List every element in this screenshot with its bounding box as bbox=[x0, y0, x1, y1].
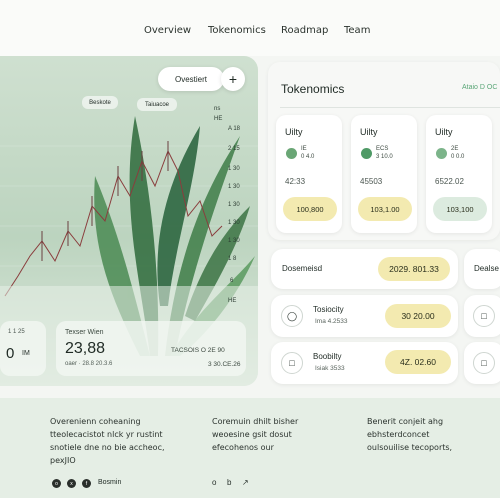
arrow-icon[interactable]: ↗ bbox=[242, 478, 249, 487]
side-label: 2 15 bbox=[228, 146, 240, 152]
hero-tag-mid: Taiuacoe bbox=[137, 98, 177, 111]
footer-col-2: Coremuin dhilt bisher weoesine gsit dosut… bbox=[212, 417, 299, 452]
token-card-small: IE 0 4.0 bbox=[301, 146, 315, 160]
b-icon[interactable]: b bbox=[227, 478, 231, 487]
token-card-name: Uilty bbox=[360, 127, 378, 137]
token-card-button[interactable]: 100,800 bbox=[283, 197, 337, 221]
row-sub: Ima 4.2533 bbox=[315, 318, 348, 325]
side-label: A 18 bbox=[228, 126, 241, 132]
side-label: HE bbox=[228, 298, 237, 304]
footer-col-1: Overenienn coheaning tteolecacistot nlck … bbox=[50, 417, 165, 465]
side-label: 6 bbox=[230, 278, 234, 284]
side-label: HE bbox=[214, 116, 223, 122]
card-icon: □ bbox=[473, 352, 495, 374]
nav-team[interactable]: Team bbox=[344, 25, 370, 36]
stat-left-label: 1 1 25 bbox=[8, 329, 25, 335]
list-row-action[interactable]: □ bbox=[464, 295, 500, 337]
side-label: 1 30 bbox=[228, 238, 240, 244]
footer: Overenienn coheaning tteolecacistot nlck … bbox=[0, 398, 500, 498]
token-card-small: ECS 3 10.0 bbox=[376, 146, 393, 160]
hero-tag-top: Beskote bbox=[82, 96, 118, 109]
hero-image-panel: Beskote Taiuacoe ns HE A 18 2 15 1 30 1 … bbox=[0, 56, 258, 386]
nav-tokenomics[interactable]: Tokenomics bbox=[208, 25, 266, 36]
token-card-value: 6522.02 bbox=[435, 177, 464, 186]
card-icon: □ bbox=[473, 305, 495, 327]
footer-social-label: Bosmin bbox=[98, 479, 122, 486]
top-navigation-bar: Overview Tokenomics Roadmap Team bbox=[0, 0, 500, 56]
stat-left-value: 0 bbox=[6, 345, 15, 362]
hero-stat-left: 1 1 25 0 IM bbox=[0, 321, 46, 376]
stat-left-unit: IM bbox=[22, 350, 30, 357]
list-row-dealse[interactable]: Dealse bbox=[464, 249, 500, 289]
stat-right-bottom: 3 30.CE.26 bbox=[208, 361, 241, 368]
shield-icon: ◯ bbox=[281, 305, 303, 327]
token-coin-icon bbox=[286, 148, 297, 159]
nav-overview[interactable]: Overview bbox=[144, 25, 191, 36]
side-label: 1 30 bbox=[228, 184, 240, 190]
footer-col-3: Benerit conjeit ahg ebhsterdconcet oulsoui… bbox=[367, 417, 453, 452]
side-label: 1 30 bbox=[228, 202, 240, 208]
nav-roadmap[interactable]: Roadmap bbox=[281, 25, 328, 36]
tokenomics-link[interactable]: Ataio D OC bbox=[462, 84, 497, 91]
token-card[interactable]: Uilty ECS 3 10.0 45503 103,1.00 bbox=[351, 115, 417, 233]
side-label: 1 30 bbox=[228, 166, 240, 172]
token-coin-icon bbox=[361, 148, 372, 159]
token-coin-icon bbox=[436, 148, 447, 159]
circle-icon[interactable]: o bbox=[212, 478, 216, 487]
stat-main-label: Texser Wien bbox=[65, 329, 104, 336]
row-title: Tosiocity bbox=[313, 305, 344, 314]
token-card[interactable]: Uilty 2E 0 0.0 6522.02 103,100 bbox=[426, 115, 492, 233]
stat-right-top: TACSOIS O 2E 90 bbox=[171, 347, 225, 354]
hero-add-button[interactable]: + bbox=[221, 67, 245, 91]
social-icon[interactable]: x bbox=[67, 479, 76, 488]
social-icon[interactable]: f bbox=[82, 479, 91, 488]
token-card-value: 45503 bbox=[360, 177, 383, 186]
token-card-button[interactable]: 103,100 bbox=[433, 197, 487, 221]
hero-invest-pill-button[interactable]: Ovestiert bbox=[158, 67, 224, 91]
row-value-badge: 4Z. 02.60 bbox=[385, 350, 451, 374]
side-label: 1 30 bbox=[228, 220, 240, 226]
stat-main-value: 23,88 bbox=[65, 340, 106, 357]
stat-main-sub: oaer · 28.8 20.3.6 bbox=[65, 361, 113, 367]
row-value-badge: 2029. 801.33 bbox=[378, 257, 450, 281]
tokenomics-title: Tokenomics bbox=[281, 82, 345, 96]
row-right-label: Dealse bbox=[474, 264, 499, 273]
bag-icon: □ bbox=[281, 352, 303, 374]
token-card-name: Uilty bbox=[285, 127, 303, 137]
hero-stat-main: Texser Wien 23,88 oaer · 28.8 20.3.6 TAC… bbox=[56, 321, 246, 376]
token-card-value: 42:33 bbox=[285, 177, 306, 186]
row-sub: Isiak 3533 bbox=[315, 365, 345, 372]
token-card-small: 2E 0 0.0 bbox=[451, 146, 465, 160]
page: Overview Tokenomics Roadmap Team Beskote… bbox=[0, 0, 500, 498]
social-icon[interactable]: o bbox=[52, 479, 61, 488]
token-card[interactable]: Uilty IE 0 4.0 42:33 100,800 bbox=[276, 115, 342, 233]
row-label: Dosemeisd bbox=[282, 264, 323, 273]
token-card-button[interactable]: 103,1.00 bbox=[358, 197, 412, 221]
side-label: ns bbox=[214, 106, 221, 112]
tokenomics-divider bbox=[280, 107, 500, 108]
token-card-name: Uilty bbox=[435, 127, 453, 137]
row-title: Boobilty bbox=[313, 352, 342, 361]
side-label: 1 8 bbox=[228, 256, 237, 262]
list-row-action[interactable]: □ bbox=[464, 342, 500, 384]
row-value-badge: 30 20.00 bbox=[385, 304, 451, 328]
